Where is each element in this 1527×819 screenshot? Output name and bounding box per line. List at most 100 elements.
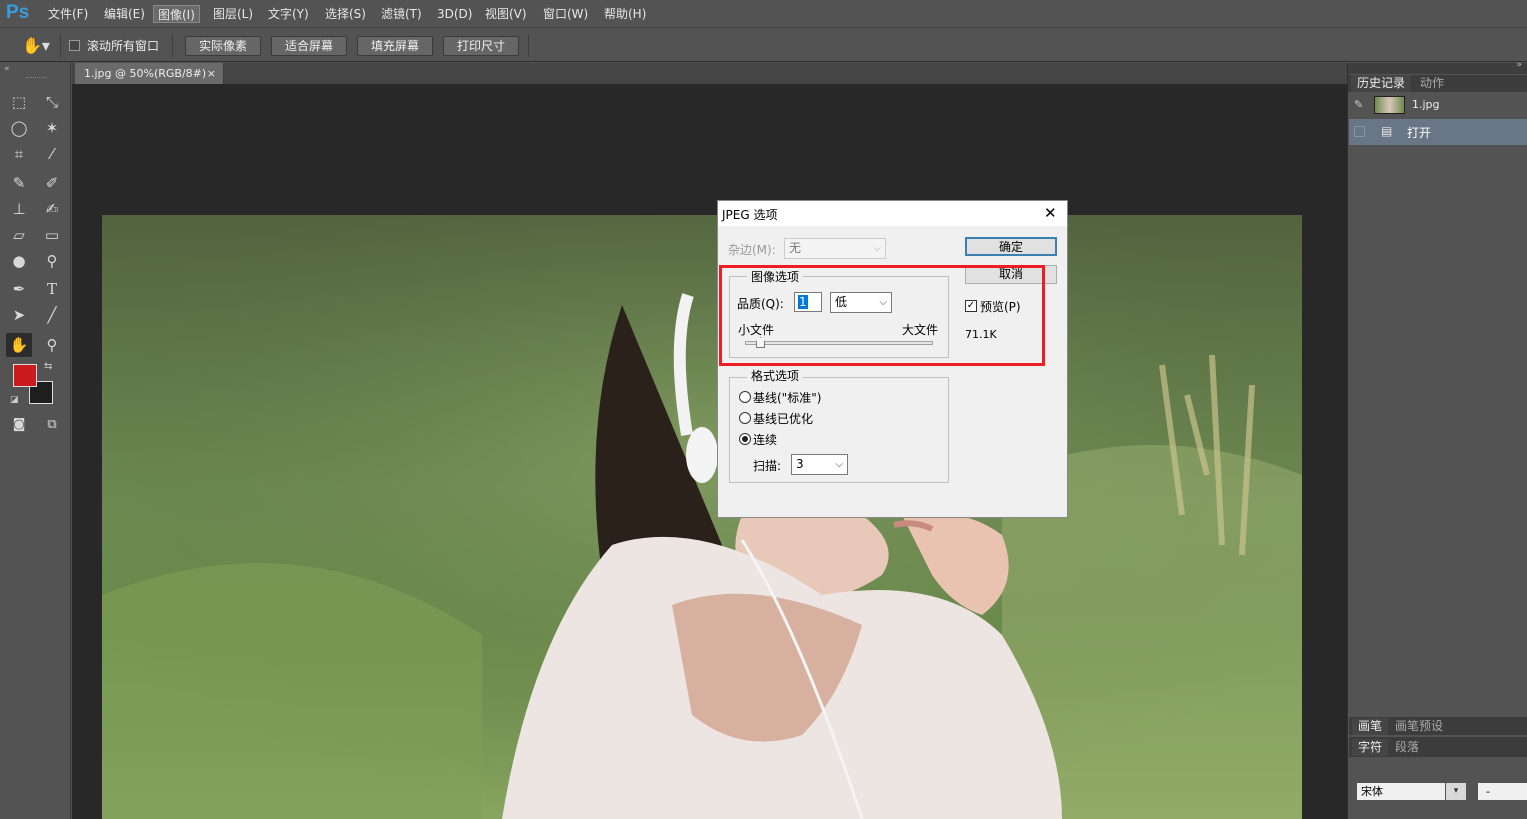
document-tab-bar — [72, 63, 1347, 84]
document-photo — [102, 215, 1302, 819]
tab-paragraph[interactable]: 段落 — [1389, 739, 1425, 756]
tab-brush-presets[interactable]: 画笔预设 — [1389, 718, 1449, 735]
foreground-color-swatch[interactable] — [13, 364, 37, 387]
scans-value: 3 — [796, 457, 804, 471]
menu-window[interactable]: 窗口(W) — [539, 5, 592, 23]
character-tabs: 字符 段落 — [1349, 737, 1527, 757]
hand-tool-icon[interactable]: ✋ — [6, 333, 32, 357]
swap-colors-icon[interactable]: ⇆ — [44, 361, 52, 372]
matte-value: 无 — [789, 241, 802, 255]
menu-select[interactable]: 选择(S) — [321, 5, 370, 23]
path-selection-tool-icon[interactable]: ➤ — [6, 303, 32, 327]
font-family-select[interactable]: 宋体 — [1357, 783, 1445, 800]
photoshop-logo: Ps — [6, 2, 30, 23]
tools-panel: « ⬚ ⤡ ◯ ✶ ⌗ ⁄ ✎ ✐ ⊥ ✍ ▱ ▭ ● ⚲ ✒ T ➤ ╱ ✋ … — [0, 63, 71, 819]
baseline-optimized-label: 基线已优化 — [753, 412, 814, 426]
history-brush-source-icon[interactable]: ✎ — [1354, 98, 1363, 111]
dialog-title: JPEG 选项 — [722, 208, 778, 222]
matte-select: 无 ⌵ — [784, 238, 886, 259]
chevron-down-icon: ⌵ — [835, 459, 843, 470]
grip-handle[interactable] — [26, 77, 46, 79]
marquee-tool-icon[interactable]: ⬚ — [6, 90, 32, 114]
clone-stamp-tool-icon[interactable]: ⊥ — [6, 197, 32, 221]
snapshot-thumbnail[interactable] — [1374, 96, 1405, 114]
history-item-label: 打开 — [1407, 126, 1432, 140]
highlight-annotation-box — [719, 265, 1045, 366]
print-size-button[interactable]: 打印尺寸 — [443, 36, 519, 56]
menu-bar: Ps 文件(F) 编辑(E) 图像(I) 图层(L) 文字(Y) 选择(S) 滤… — [0, 0, 1527, 28]
history-brush-tool-icon[interactable]: ✍ — [39, 197, 65, 221]
actual-pixels-button[interactable]: 实际像素 — [185, 36, 261, 56]
crop-tool-icon[interactable]: ⌗ — [6, 142, 32, 166]
divider — [528, 35, 529, 57]
fill-screen-button[interactable]: 填充屏幕 — [357, 36, 433, 56]
menu-type[interactable]: 文字(Y) — [264, 5, 313, 23]
document-tab-label: 1.jpg @ 50%(RGB/8#) — [84, 67, 207, 80]
tab-brush[interactable]: 画笔 — [1352, 718, 1389, 735]
collapse-icon[interactable]: « — [4, 64, 10, 74]
menu-view[interactable]: 视图(V) — [481, 5, 531, 23]
tab-history[interactable]: 历史记录 — [1351, 75, 1412, 92]
menu-file[interactable]: 文件(F) — [44, 5, 92, 23]
baseline-optimized-radio[interactable] — [739, 412, 751, 424]
quick-mask-icon[interactable]: ◙ — [6, 413, 32, 437]
scroll-all-windows-checkbox[interactable] — [69, 40, 80, 51]
zoom-tool-icon[interactable]: ⚲ — [39, 333, 65, 357]
expand-panels-icon[interactable]: » — [1516, 60, 1522, 70]
progressive-radio[interactable] — [739, 433, 751, 445]
font-family-dropdown-icon[interactable]: ▾ — [1446, 783, 1466, 800]
scans-select[interactable]: 3 ⌵ — [791, 454, 848, 475]
format-options-legend: 格式选项 — [747, 367, 804, 384]
line-tool-icon[interactable]: ╱ — [39, 303, 65, 327]
history-item-open[interactable]: ▤ 打开 — [1349, 119, 1527, 145]
lasso-tool-icon[interactable]: ◯ — [6, 116, 32, 140]
photo-illustration — [102, 215, 1302, 819]
progressive-label: 连续 — [753, 433, 778, 447]
hand-tool-preset-icon[interactable]: ✋▾ — [22, 36, 50, 55]
gradient-tool-icon[interactable]: ▭ — [39, 223, 65, 247]
options-bar: ✋▾ 滚动所有窗口 实际像素 适合屏幕 填充屏幕 打印尺寸 — [0, 29, 1527, 62]
history-list: ✎ 1.jpg — [1349, 93, 1527, 715]
matte-label: 杂边(M): — [728, 243, 776, 257]
tab-actions[interactable]: 动作 — [1414, 75, 1450, 92]
close-icon[interactable]: ✕ — [1044, 204, 1057, 222]
eyedropper-tool-icon[interactable]: ⁄ — [39, 142, 65, 166]
menu-help[interactable]: 帮助(H) — [600, 5, 650, 23]
brush-tabs: 画笔 画笔预设 — [1349, 717, 1527, 735]
brush-tool-icon[interactable]: ✐ — [39, 171, 65, 195]
menu-3d[interactable]: 3D(D) — [433, 5, 476, 23]
document-icon: ▤ — [1381, 124, 1393, 138]
tab-character[interactable]: 字符 — [1352, 739, 1389, 756]
divider — [60, 35, 61, 57]
healing-brush-tool-icon[interactable]: ✎ — [6, 171, 32, 195]
blur-tool-icon[interactable]: ● — [6, 249, 32, 273]
font-style-select[interactable]: - — [1478, 783, 1527, 800]
default-colors-icon[interactable]: ◪ — [10, 395, 19, 405]
move-tool-icon[interactable]: ⤡ — [39, 90, 65, 114]
fit-screen-button[interactable]: 适合屏幕 — [271, 36, 347, 56]
eraser-tool-icon[interactable]: ▱ — [6, 223, 32, 247]
menu-layer[interactable]: 图层(L) — [209, 5, 257, 23]
document-tab[interactable]: 1.jpg @ 50%(RGB/8#) × — [75, 63, 224, 84]
dialog-title-bar: JPEG 选项 ✕ — [718, 201, 1067, 226]
dodge-tool-icon[interactable]: ⚲ — [39, 249, 65, 273]
history-brush-source-checkbox[interactable] — [1354, 126, 1365, 137]
magic-wand-tool-icon[interactable]: ✶ — [39, 116, 65, 140]
baseline-standard-radio[interactable] — [739, 391, 751, 403]
history-tabs: 历史记录 动作 — [1348, 75, 1527, 92]
menu-filter[interactable]: 滤镜(T) — [377, 5, 426, 23]
type-tool-icon[interactable]: T — [39, 277, 65, 301]
screen-mode-icon[interactable]: ⧉ — [39, 413, 65, 437]
close-tab-icon[interactable]: × — [207, 63, 216, 84]
baseline-standard-label: 基线("标准") — [753, 391, 822, 405]
pen-tool-icon[interactable]: ✒ — [6, 277, 32, 301]
scans-label: 扫描: — [753, 459, 782, 473]
scroll-all-windows-label: 滚动所有窗口 — [87, 39, 160, 53]
menu-image[interactable]: 图像(I) — [153, 5, 200, 23]
divider — [172, 35, 173, 57]
ok-button[interactable]: 确定 — [965, 237, 1057, 256]
chevron-down-icon: ⌵ — [873, 243, 881, 254]
panel-header-strip: » — [1348, 60, 1527, 74]
snapshot-label[interactable]: 1.jpg — [1412, 98, 1440, 111]
menu-edit[interactable]: 编辑(E) — [100, 5, 149, 23]
